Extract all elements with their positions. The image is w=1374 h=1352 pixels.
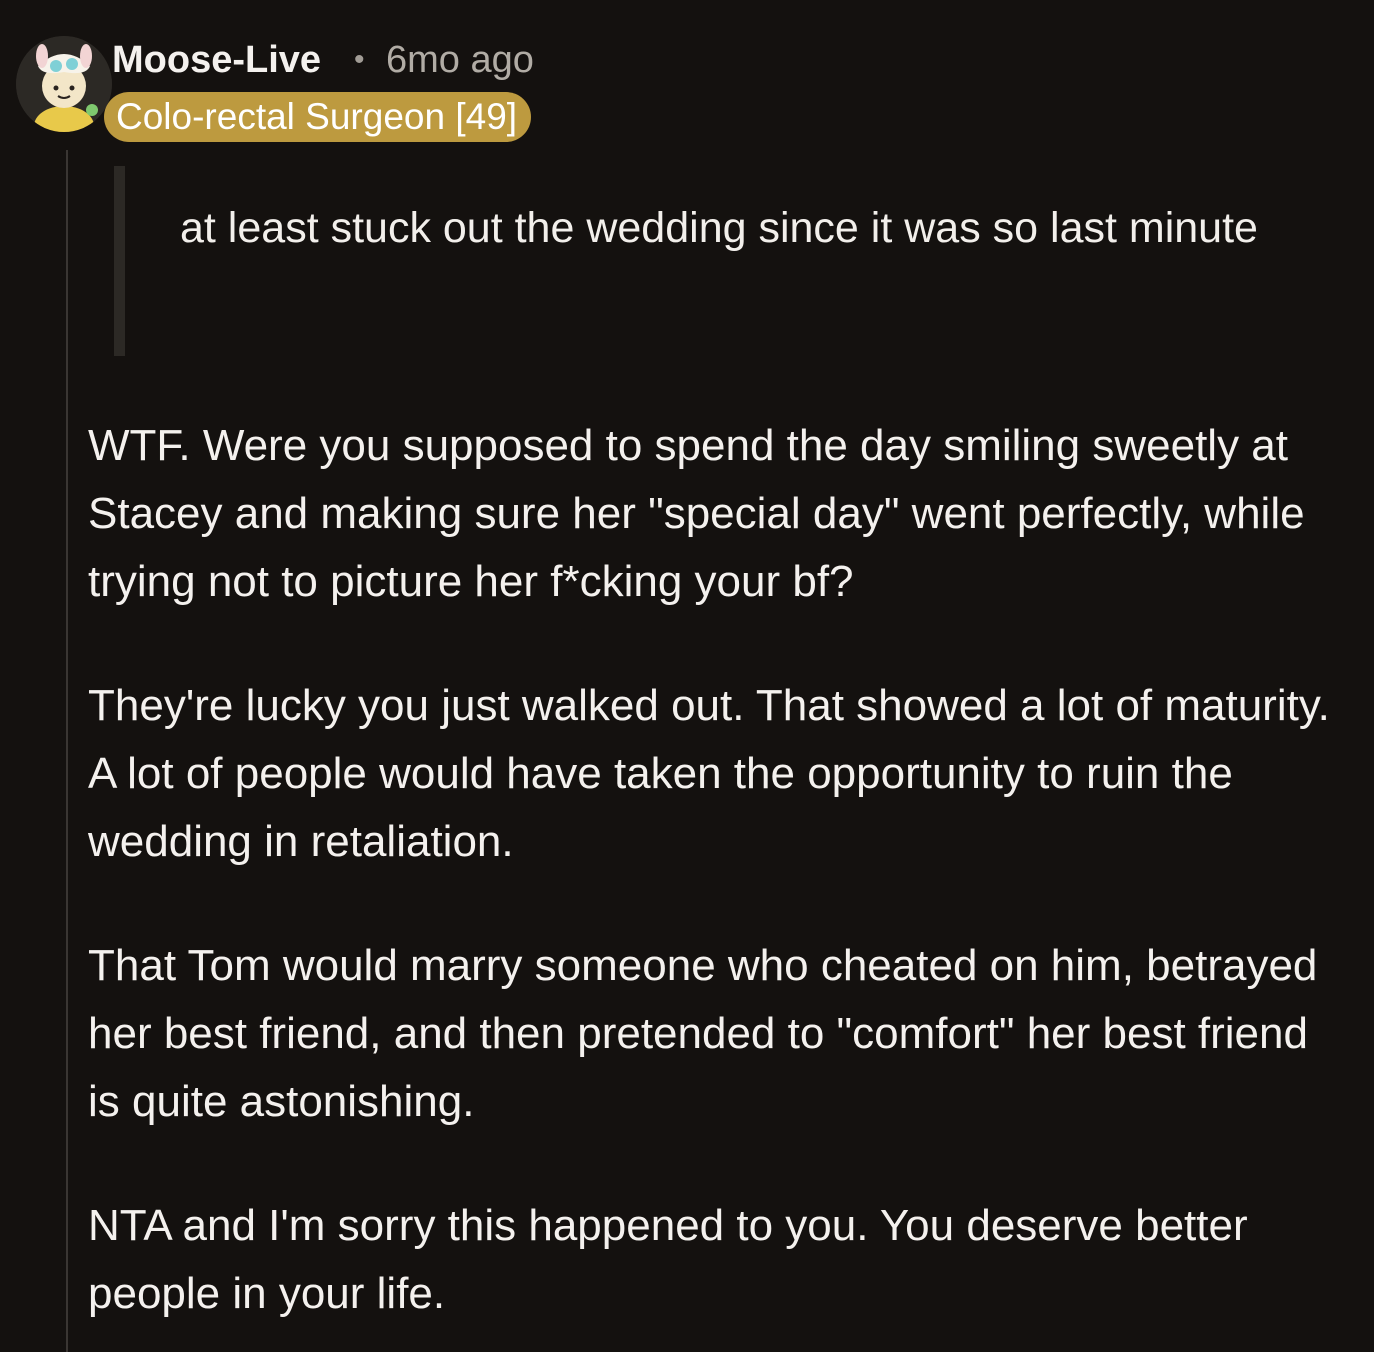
comment-body: WTF. Were you supposed to spend the day … xyxy=(88,412,1338,1352)
comment-paragraph: That Tom would marry someone who cheated… xyxy=(88,941,1318,1126)
author-username[interactable]: Moose-Live xyxy=(112,38,321,82)
comment: Moose-Live • 6mo ago Colo-rectal Surgeon… xyxy=(0,0,1374,1352)
blockquote: at least stuck out the wedding since it … xyxy=(114,166,1274,356)
user-flair: Colo-rectal Surgeon [49] xyxy=(104,92,532,142)
blockquote-text: at least stuck out the wedding since it … xyxy=(180,204,1258,252)
thread-line[interactable] xyxy=(66,150,68,1352)
meta-separator: • xyxy=(354,43,365,76)
blockquote-bar xyxy=(114,166,125,356)
avatar[interactable] xyxy=(16,36,112,132)
comment-paragraph: NTA and I'm sorry this happened to you. … xyxy=(88,1201,1248,1318)
comment-timestamp[interactable]: 6mo ago xyxy=(386,38,534,82)
avatar-snoo-icon xyxy=(16,36,112,132)
comment-paragraph: They're lucky you just walked out. That … xyxy=(88,681,1330,866)
comment-paragraph: WTF. Were you supposed to spend the day … xyxy=(88,421,1305,606)
